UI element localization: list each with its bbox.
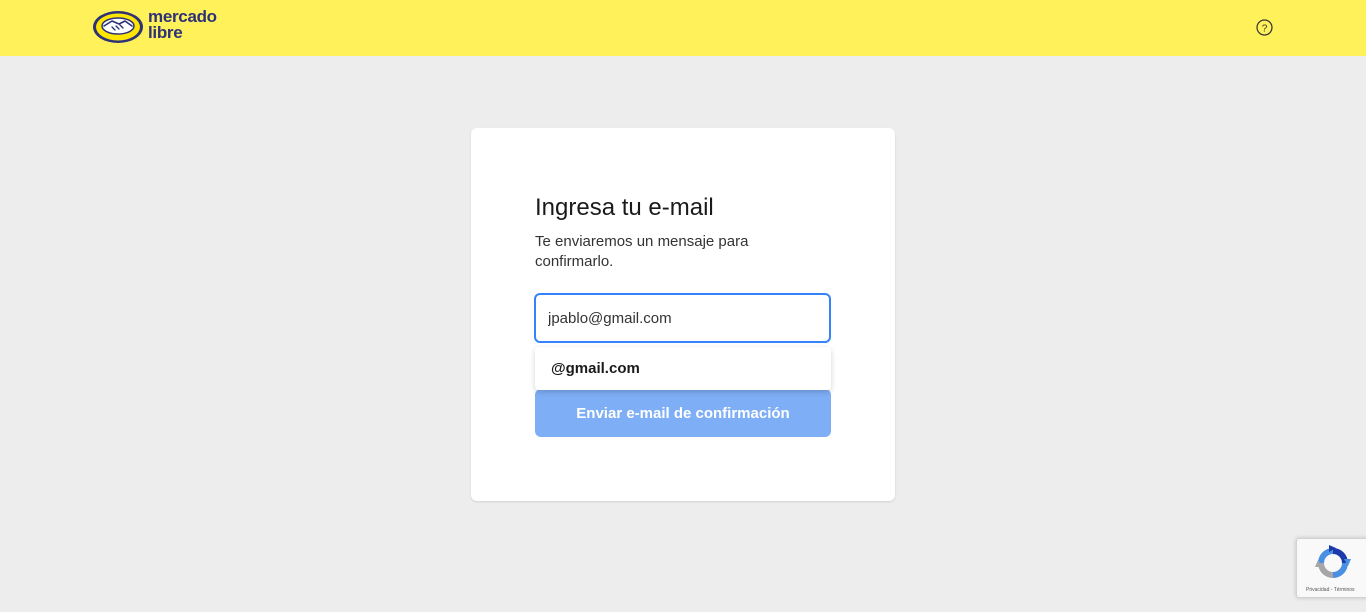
mercadolibre-logo[interactable]: mercado libre bbox=[92, 7, 232, 47]
logo-line-2: libre bbox=[148, 23, 183, 42]
page-title: Ingresa tu e-mail bbox=[535, 194, 714, 221]
help-circle-icon: ? bbox=[1256, 19, 1273, 36]
send-confirmation-button[interactable]: Enviar e-mail de confirmación bbox=[535, 389, 831, 437]
email-suggestion-item[interactable]: @gmail.com bbox=[535, 347, 831, 390]
handshake-logo-icon bbox=[93, 11, 143, 43]
recaptcha-icon bbox=[1315, 545, 1351, 578]
recaptcha-links[interactable]: Privacidad - Términos bbox=[1306, 587, 1355, 593]
svg-text:?: ? bbox=[1262, 23, 1268, 34]
recaptcha-badge[interactable]: Privacidad - Términos bbox=[1296, 538, 1366, 598]
email-card: Ingresa tu e-mail Te enviaremos un mensa… bbox=[471, 128, 895, 501]
page-subtitle: Te enviaremos un mensaje para confirmarl… bbox=[535, 233, 749, 270]
email-input[interactable] bbox=[534, 293, 831, 343]
top-header: mercado libre ? bbox=[0, 0, 1366, 56]
help-button[interactable]: ? bbox=[1256, 19, 1273, 36]
logo-wordmark: mercado libre bbox=[148, 8, 217, 42]
